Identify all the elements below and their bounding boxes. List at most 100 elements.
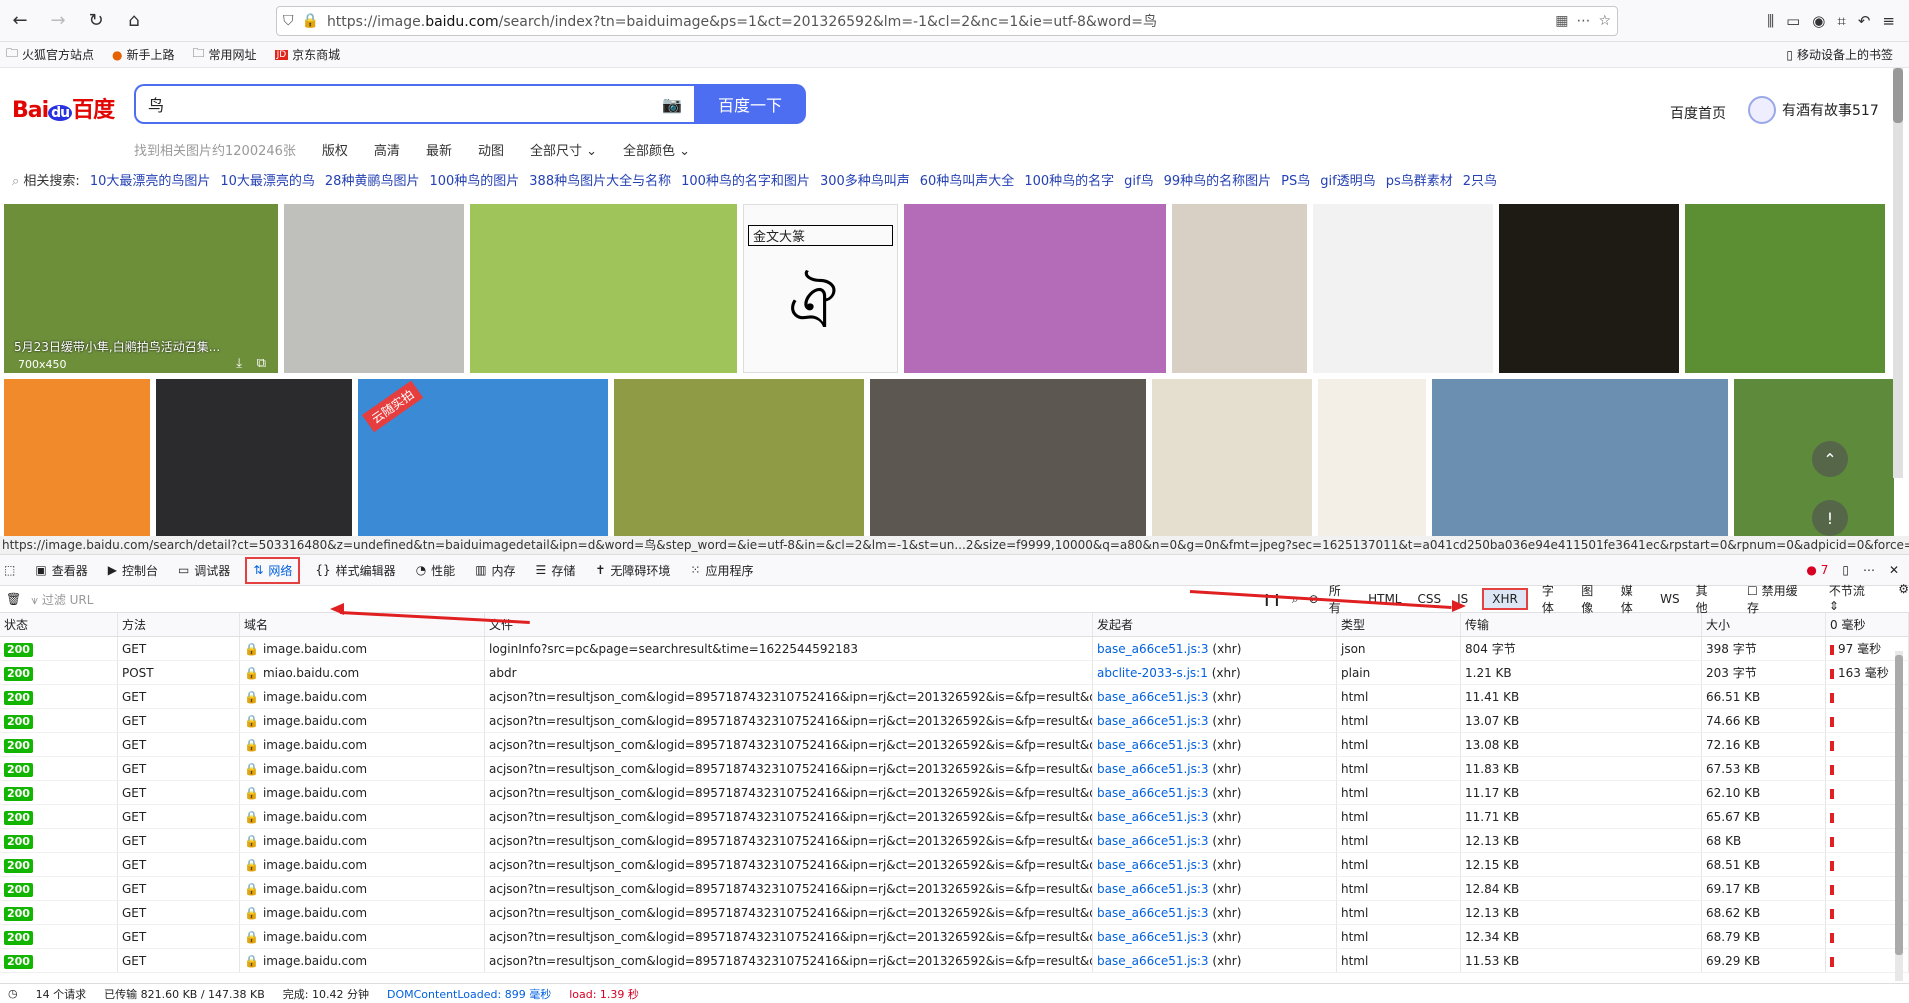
avatar[interactable] [1748, 96, 1776, 124]
home-link[interactable]: 百度首页 [1670, 103, 1726, 123]
col-transfer[interactable]: 传输 [1461, 613, 1702, 636]
qr-icon[interactable]: ▦ [1555, 13, 1568, 29]
related-link[interactable]: gif透明鸟 [1320, 170, 1375, 189]
related-link[interactable]: gif鸟 [1124, 170, 1153, 189]
network-request-row[interactable]: 200 GET 🔒 image.baidu.com acjson?tn=resultjs… [0, 925, 1909, 949]
disable-cache-checkbox[interactable]: ☐ 禁用缓存 [1747, 582, 1809, 616]
image-tile[interactable] [470, 204, 737, 373]
image-tile[interactable] [1313, 204, 1493, 373]
cell-initiator[interactable]: base_a66ce51.js:3 (xhr) [1093, 829, 1337, 852]
col-initiator[interactable]: 发起者 [1093, 613, 1337, 636]
tab-performance[interactable]: ◔ 性能 [416, 562, 456, 579]
tab-memory[interactable]: ▥ 内存 [475, 562, 515, 579]
network-request-row[interactable]: 200 GET 🔒 image.baidu.com acjson?tn=resultjs… [0, 877, 1909, 901]
cell-initiator[interactable]: base_a66ce51.js:3 (xhr) [1093, 901, 1337, 924]
image-tile[interactable] [870, 379, 1146, 551]
cell-initiator[interactable]: abclite-2033-s.js:1 (xhr) [1093, 661, 1337, 684]
star-icon[interactable]: ☆ [1598, 13, 1611, 29]
related-link[interactable]: 300多种鸟叫声 [820, 170, 910, 189]
filter-font[interactable]: 字体 [1542, 582, 1565, 616]
filter-xhr[interactable]: XHR [1482, 588, 1528, 610]
cell-initiator[interactable]: base_a66ce51.js:3 (xhr) [1093, 853, 1337, 876]
filter-color[interactable]: 全部颜色 ⌄ [623, 140, 690, 159]
help-icon[interactable]: ! [1812, 500, 1848, 536]
tab-application[interactable]: ⁙ 应用程序 [690, 562, 753, 579]
network-request-row[interactable]: 200 GET 🔒 image.baidu.com acjson?tn=resultjs… [0, 757, 1909, 781]
filter-latest[interactable]: 最新 [426, 140, 452, 159]
filter-hd[interactable]: 高清 [374, 140, 400, 159]
url-text[interactable]: https://image.baidu.com/search/index?tn=… [327, 11, 1547, 31]
network-request-row[interactable]: 200 GET 🔒 image.baidu.com acjson?tn=resultjs… [0, 901, 1909, 925]
account-icon[interactable]: ◉ [1812, 12, 1825, 30]
tab-accessibility[interactable]: ✝ 无障碍环境 [595, 562, 670, 579]
col-type[interactable]: 类型 [1337, 613, 1461, 636]
download-icon[interactable]: ⤓ [236, 356, 242, 371]
related-link[interactable]: 99种鸟的名称图片 [1164, 170, 1272, 189]
network-request-row[interactable]: 200 POST 🔒 miao.baidu.com abdr abclite-2033-s… [0, 661, 1909, 685]
cell-initiator[interactable]: base_a66ce51.js:3 (xhr) [1093, 637, 1337, 660]
library-icon[interactable]: ⫼ [1767, 12, 1774, 30]
tab-console[interactable]: ▶ 控制台 [108, 562, 158, 579]
home-icon[interactable]: ⌂ [118, 5, 150, 37]
picker-icon[interactable]: ⬚ [4, 563, 15, 577]
related-link[interactable]: 100种鸟的名字和图片 [681, 170, 810, 189]
related-link[interactable]: 60种鸟叫声大全 [920, 170, 1015, 189]
network-request-row[interactable]: 200 GET 🔒 image.baidu.com acjson?tn=resultjs… [0, 853, 1909, 877]
shield-icon[interactable]: ⛉ [283, 13, 294, 29]
screenshot-icon[interactable]: ⌗ [1837, 12, 1845, 30]
more-icon[interactable]: ⋯ [1576, 13, 1590, 29]
trash-icon[interactable]: 🗑 [6, 592, 21, 606]
image-tile[interactable] [4, 379, 150, 551]
user-menu[interactable]: 有酒有故事517 [1748, 96, 1879, 124]
network-request-row[interactable]: 200 GET 🔒 image.baidu.com acjson?tn=resultjs… [0, 949, 1909, 973]
throttle-select[interactable]: 不节流 ⇕ [1829, 582, 1878, 616]
bookmark-common[interactable]: 🗀 常用网址 [193, 44, 257, 65]
col-status[interactable]: 状态 [0, 613, 118, 636]
network-request-row[interactable]: 200 GET 🔒 image.baidu.com acjson?tn=resultjs… [0, 829, 1909, 853]
devtools-scrollbar-thumb[interactable] [1895, 655, 1903, 955]
cell-initiator[interactable]: base_a66ce51.js:3 (xhr) [1093, 685, 1337, 708]
cell-initiator[interactable]: base_a66ce51.js:3 (xhr) [1093, 925, 1337, 948]
tab-style-editor[interactable]: {} 样式编辑器 [315, 562, 395, 579]
bookmark-newbie[interactable]: ● 新手上路 [112, 46, 175, 63]
image-tile[interactable] [614, 379, 864, 551]
related-link[interactable]: PS鸟 [1281, 170, 1310, 189]
scroll-top-icon[interactable]: ⌃ [1812, 441, 1848, 477]
image-tile[interactable]: 5月23日缓带小隼,白鹇拍鸟活动召集... 700x450 ⤓ ⧉ [4, 204, 278, 373]
image-tile[interactable] [1172, 204, 1307, 373]
col-file[interactable]: 文件 [485, 613, 1093, 636]
image-tile[interactable] [904, 204, 1166, 373]
settings-gear-icon[interactable]: ⚙ [1898, 582, 1909, 616]
related-link[interactable]: 2只鸟 [1463, 170, 1497, 189]
search-input[interactable]: 鸟 📷 [134, 84, 694, 124]
image-tile[interactable] [284, 204, 464, 373]
network-request-row[interactable]: 200 GET 🔒 image.baidu.com acjson?tn=resultjs… [0, 733, 1909, 757]
cell-initiator[interactable]: base_a66ce51.js:3 (xhr) [1093, 733, 1337, 756]
username[interactable]: 有酒有故事517 [1782, 100, 1879, 120]
bookmark-jd[interactable]: JD 京东商城 [274, 46, 340, 63]
related-link[interactable]: ps鸟群素材 [1386, 170, 1453, 189]
error-count[interactable]: ● 7 [1806, 563, 1828, 577]
overflow-menu-icon[interactable]: ⋯ [1863, 563, 1875, 577]
image-tile[interactable] [1499, 204, 1679, 373]
page-scrollbar[interactable] [1893, 68, 1903, 478]
related-link[interactable]: 28种黄鹂鸟图片 [325, 170, 420, 189]
col-method[interactable]: 方法 [118, 613, 240, 636]
image-tile[interactable]: 云随实拍 [358, 379, 608, 551]
network-request-row[interactable]: 200 GET 🔒 image.baidu.com acjson?tn=resultjs… [0, 781, 1909, 805]
related-link[interactable]: 388种鸟图片大全与名称 [529, 170, 671, 189]
close-icon[interactable]: ✕ [1889, 563, 1899, 577]
filter-images[interactable]: 图像 [1581, 582, 1604, 616]
bookmark-mobile[interactable]: ▯ 移动设备上的书签 [1786, 46, 1903, 63]
filter-media[interactable]: 媒体 [1621, 582, 1644, 616]
related-link[interactable]: 10大最漂亮的鸟 [220, 170, 315, 189]
related-link[interactable]: 100种鸟的名字 [1024, 170, 1114, 189]
image-tile[interactable] [156, 379, 352, 551]
network-request-row[interactable]: 200 GET 🔒 image.baidu.com acjson?tn=resultjs… [0, 805, 1909, 829]
cell-initiator[interactable]: base_a66ce51.js:3 (xhr) [1093, 781, 1337, 804]
camera-icon[interactable]: 📷 [662, 95, 682, 114]
address-bar[interactable]: ⛉ 🔒 https://image.baidu.com/search/index… [276, 5, 1618, 36]
search-button[interactable]: 百度一下 [694, 84, 806, 124]
lock-icon[interactable]: 🔒 [302, 13, 319, 29]
filter-ws[interactable]: WS [1660, 592, 1679, 606]
